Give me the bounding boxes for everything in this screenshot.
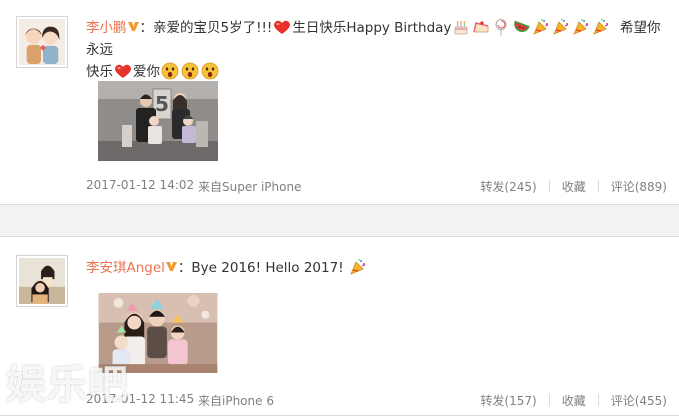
comment-button[interactable]: 评论(889) [611, 180, 667, 194]
surprised-face-emoji-icon [201, 62, 219, 80]
party-popper-emoji-icon [532, 18, 550, 36]
post-photo[interactable]: 5 [98, 81, 218, 161]
repost-button[interactable]: 转发(157) [480, 394, 536, 408]
watermelon-emoji-icon [512, 18, 531, 36]
favorite-button[interactable]: 收藏 [562, 394, 586, 408]
post-text: 李安琪Angel ：Bye 2016! Hello 2017! [86, 257, 667, 279]
vip-v-icon[interactable] [165, 262, 177, 271]
vip-v-icon[interactable] [127, 22, 139, 31]
party-popper-emoji-icon [572, 18, 590, 36]
avatar[interactable] [16, 16, 68, 68]
repost-button[interactable]: 转发(245) [480, 180, 536, 194]
post-source-link[interactable]: 来自Super iPhone [198, 178, 301, 195]
post-actions: 转发(245) 收藏 评论(889) [480, 178, 667, 195]
username-link[interactable]: 李安琪Angel [86, 260, 165, 276]
avatar[interactable] [16, 255, 68, 307]
svg-text:5: 5 [155, 92, 169, 116]
avatar-image-cartoon-couple [19, 19, 65, 65]
party-popper-emoji-icon [349, 258, 367, 276]
avatar-image-girl-photo [19, 258, 65, 304]
username-link[interactable]: 李小鹏 [86, 20, 127, 36]
surprised-face-emoji-icon [181, 62, 199, 80]
post-source-link[interactable]: 来自iPhone 6 [198, 392, 274, 409]
divider [548, 180, 550, 192]
cake-slice-emoji-icon [472, 18, 490, 36]
party-popper-emoji-icon [592, 18, 610, 36]
favorite-button[interactable]: 收藏 [562, 180, 586, 194]
post-time-link[interactable]: 2017-01-12 14:02 [86, 178, 194, 192]
divider [597, 180, 599, 192]
red-heart-emoji-icon [273, 18, 291, 36]
divider [548, 394, 550, 406]
party-popper-emoji-icon [552, 18, 570, 36]
weibo-post-1: 李小鹏 ：亲爱的宝贝5岁了!!! 生日快乐Happy Birthday 希望你永远快… [0, 0, 679, 205]
red-heart-emoji-icon [114, 62, 132, 80]
post-text: 李小鹏 ：亲爱的宝贝5岁了!!! 生日快乐Happy Birthday 希望你永远快… [86, 18, 661, 80]
comment-button[interactable]: 评论(455) [611, 394, 667, 408]
site-watermark: 娱乐吧 [6, 362, 129, 408]
post-actions: 转发(157) 收藏 评论(455) [480, 392, 667, 409]
surprised-face-emoji-icon [161, 62, 179, 80]
divider [597, 394, 599, 406]
cake-emoji-icon [452, 18, 470, 36]
lollipop-emoji-icon [492, 18, 510, 36]
